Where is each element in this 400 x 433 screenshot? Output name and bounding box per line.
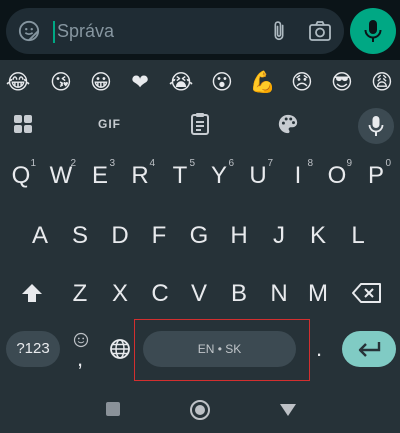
back-button[interactable] [279,403,297,417]
key-x[interactable]: X [103,280,137,312]
backspace-key[interactable] [352,282,382,304]
key-q[interactable]: Q1 [4,158,38,194]
red-heart-icon[interactable]: ❤ [126,68,154,96]
space-key[interactable]: EN • SK [143,331,296,367]
surprised-face-icon[interactable]: 😮 [208,68,236,96]
emoji-picker-icon[interactable] [18,20,40,42]
disappointed-face-icon[interactable]: 😞 [288,68,316,96]
key-number-hint: 1 [30,158,36,169]
smiling-face-icon[interactable]: 😀 [87,68,115,96]
key-y[interactable]: Y6 [202,158,236,194]
key-m[interactable]: M [301,280,335,312]
key-number-hint: 6 [228,158,234,169]
sunglasses-face-icon[interactable]: 😎 [328,68,356,96]
key-c[interactable]: C [143,280,177,312]
key-w[interactable]: W2 [44,158,78,194]
voice-message-button[interactable] [350,8,396,54]
key-u[interactable]: U7 [241,158,275,194]
enter-arrow-icon [358,342,381,357]
key-number-hint: 4 [149,158,155,169]
key-o[interactable]: O9 [320,158,354,194]
key-p[interactable]: P0 [359,158,393,194]
key-r[interactable]: R4 [123,158,157,194]
key-number-hint: 8 [307,158,313,169]
language-globe-icon[interactable] [109,338,131,360]
keyboard-toolbar: GIF [0,104,400,144]
clipboard-icon[interactable] [189,112,211,136]
key-g[interactable]: G [182,222,216,254]
key-l[interactable]: L [341,222,375,254]
camera-icon[interactable] [308,20,332,42]
key-a[interactable]: A [23,222,57,254]
key-n[interactable]: N [262,280,296,312]
comma-label: , [77,346,84,371]
key-b[interactable]: B [222,280,256,312]
key-f[interactable]: F [142,222,176,254]
key-number-hint: 7 [267,158,273,169]
key-t[interactable]: T5 [163,158,197,194]
key-number-hint: 2 [70,158,76,169]
key-k[interactable]: K [301,222,335,254]
key-number-hint: 3 [109,158,115,169]
microphone-icon [368,116,384,136]
message-field[interactable] [6,8,344,54]
face-with-tears-of-joy-icon[interactable]: 😂 [4,68,32,96]
key-h[interactable]: H [222,222,256,254]
voice-input-button[interactable] [358,108,394,144]
message-input[interactable] [57,18,257,44]
key-s[interactable]: S [63,222,97,254]
theme-palette-icon[interactable] [277,112,299,136]
key-v[interactable]: V [182,280,216,312]
apps-grid-icon[interactable] [12,112,34,136]
system-navigation-bar [0,390,400,433]
emoji-suggestion-row: 😂 😘 😀 ❤ 😭 😮 💪 😞 😎 😩 [0,62,400,102]
key-d[interactable]: D [103,222,137,254]
symbols-key[interactable]: ?123 [6,331,60,367]
enter-key[interactable] [342,331,396,367]
attach-icon[interactable] [268,19,290,43]
key-i[interactable]: I8 [281,158,315,194]
shift-key[interactable] [20,282,44,304]
message-compose-bar [0,0,400,60]
microphone-icon [364,20,382,42]
home-button[interactable] [189,399,211,421]
weary-face-icon[interactable]: 😩 [368,68,396,96]
comma-key[interactable]: , [71,330,91,371]
gif-button[interactable]: GIF [98,112,128,136]
key-number-hint: 9 [346,158,352,169]
crying-face-icon[interactable]: 😭 [167,68,195,96]
key-number-hint: 5 [189,158,195,169]
face-blowing-kiss-icon[interactable]: 😘 [47,68,75,96]
key-e[interactable]: E3 [83,158,117,194]
recent-apps-button[interactable] [106,402,120,416]
text-caret [53,21,55,43]
flexed-biceps-icon[interactable]: 💪 [249,68,277,96]
key-z[interactable]: Z [63,280,97,312]
period-key[interactable]: . [312,336,326,366]
key-number-hint: 0 [385,158,391,169]
key-j[interactable]: J [262,222,296,254]
